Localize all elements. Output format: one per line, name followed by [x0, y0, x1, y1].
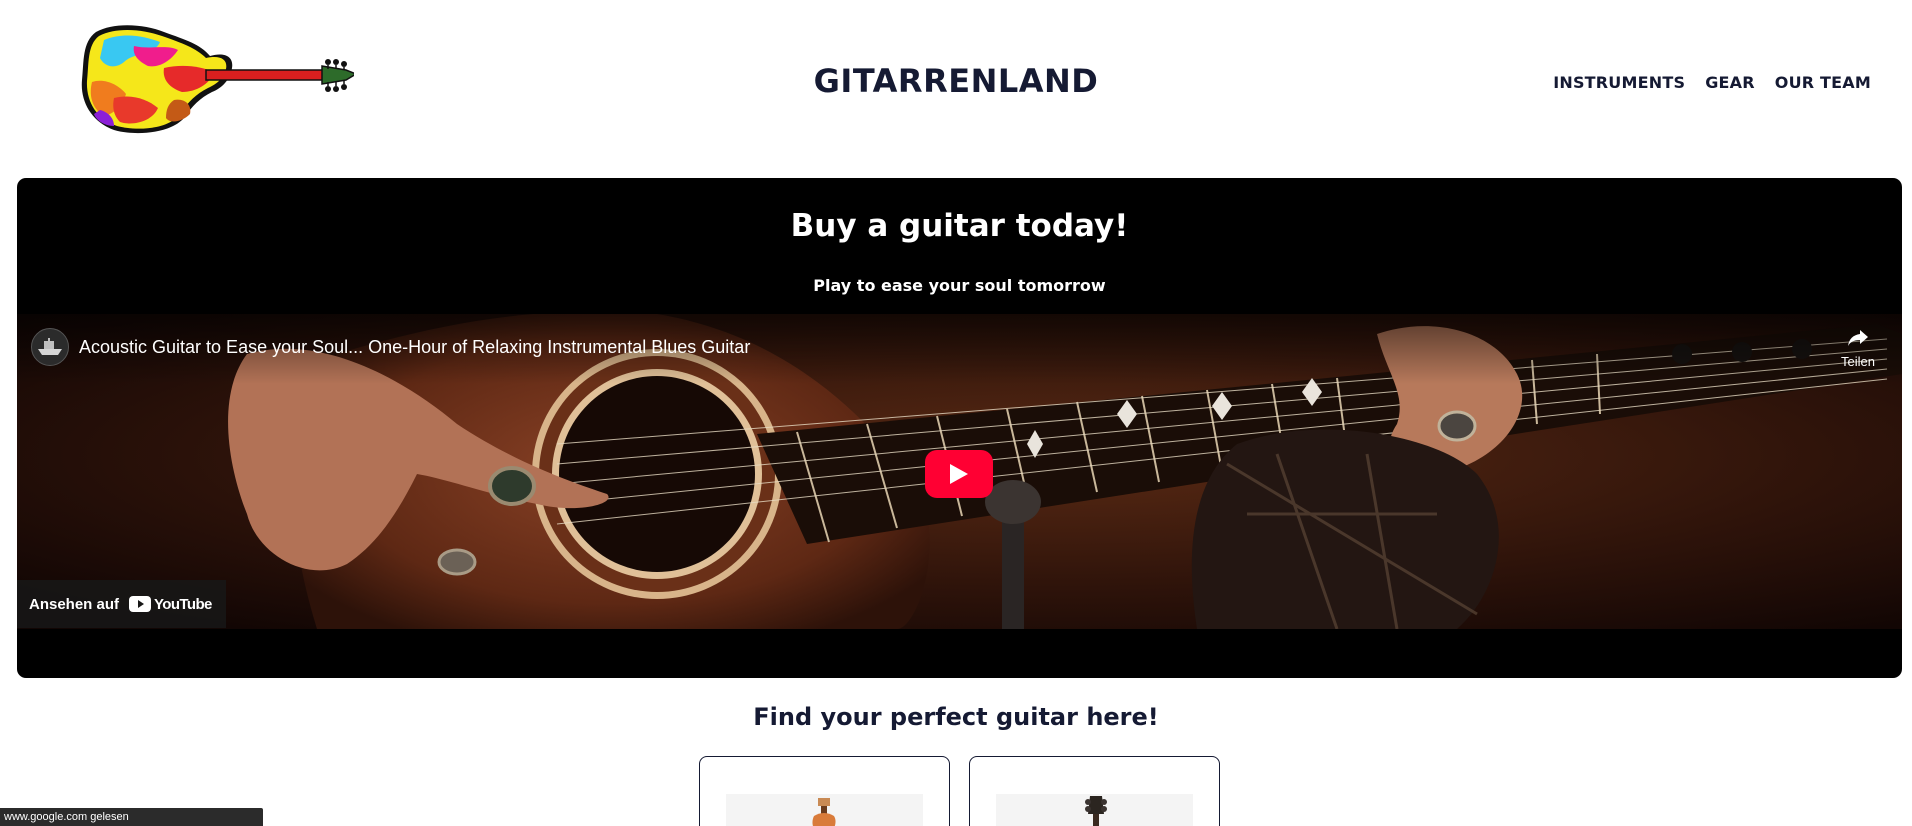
hero-subtitle: Play to ease your soul tomorrow [813, 276, 1106, 295]
guitar-card-image [726, 794, 923, 826]
guitar-card-image [996, 794, 1193, 826]
find-guitar-heading: Find your perfect guitar here! [753, 703, 1159, 731]
share-label: Teilen [1841, 354, 1875, 369]
nav-our-team[interactable]: OUR TEAM [1775, 73, 1871, 92]
watch-on-label: Ansehen auf [29, 595, 120, 613]
watch-on-youtube-button[interactable]: Ansehen auf YouTube [17, 580, 226, 628]
youtube-play-icon [129, 596, 152, 612]
electric-guitar-icon [812, 798, 836, 826]
video-title[interactable]: Acoustic Guitar to Ease your Soul... One… [79, 337, 750, 358]
play-icon [950, 464, 968, 484]
hero-title: Buy a guitar today! [790, 208, 1129, 244]
browser-status-bar: www.google.com gelesen [0, 808, 263, 826]
youtube-brand: YouTube [154, 595, 212, 613]
share-button[interactable]: Teilen [1836, 328, 1880, 369]
guitar-headstock-icon [1085, 796, 1107, 826]
guitar-card[interactable] [699, 756, 950, 826]
site-header: GITARRENLAND INSTRUMENTS GEAR OUR TEAM [0, 0, 1912, 178]
youtube-embed[interactable]: Acoustic Guitar to Ease your Soul... One… [17, 314, 1902, 629]
guitar-card[interactable] [969, 756, 1220, 826]
channel-avatar[interactable] [31, 328, 69, 366]
channel-logo-icon [38, 338, 62, 355]
main-nav: INSTRUMENTS GEAR OUR TEAM [1553, 73, 1871, 92]
share-icon [1848, 330, 1868, 346]
nav-gear[interactable]: GEAR [1705, 73, 1755, 92]
youtube-logo: YouTube [129, 596, 212, 613]
play-button[interactable] [925, 450, 993, 498]
hero-section: Buy a guitar today! Play to ease your so… [17, 178, 1902, 678]
nav-instruments[interactable]: INSTRUMENTS [1553, 73, 1685, 92]
